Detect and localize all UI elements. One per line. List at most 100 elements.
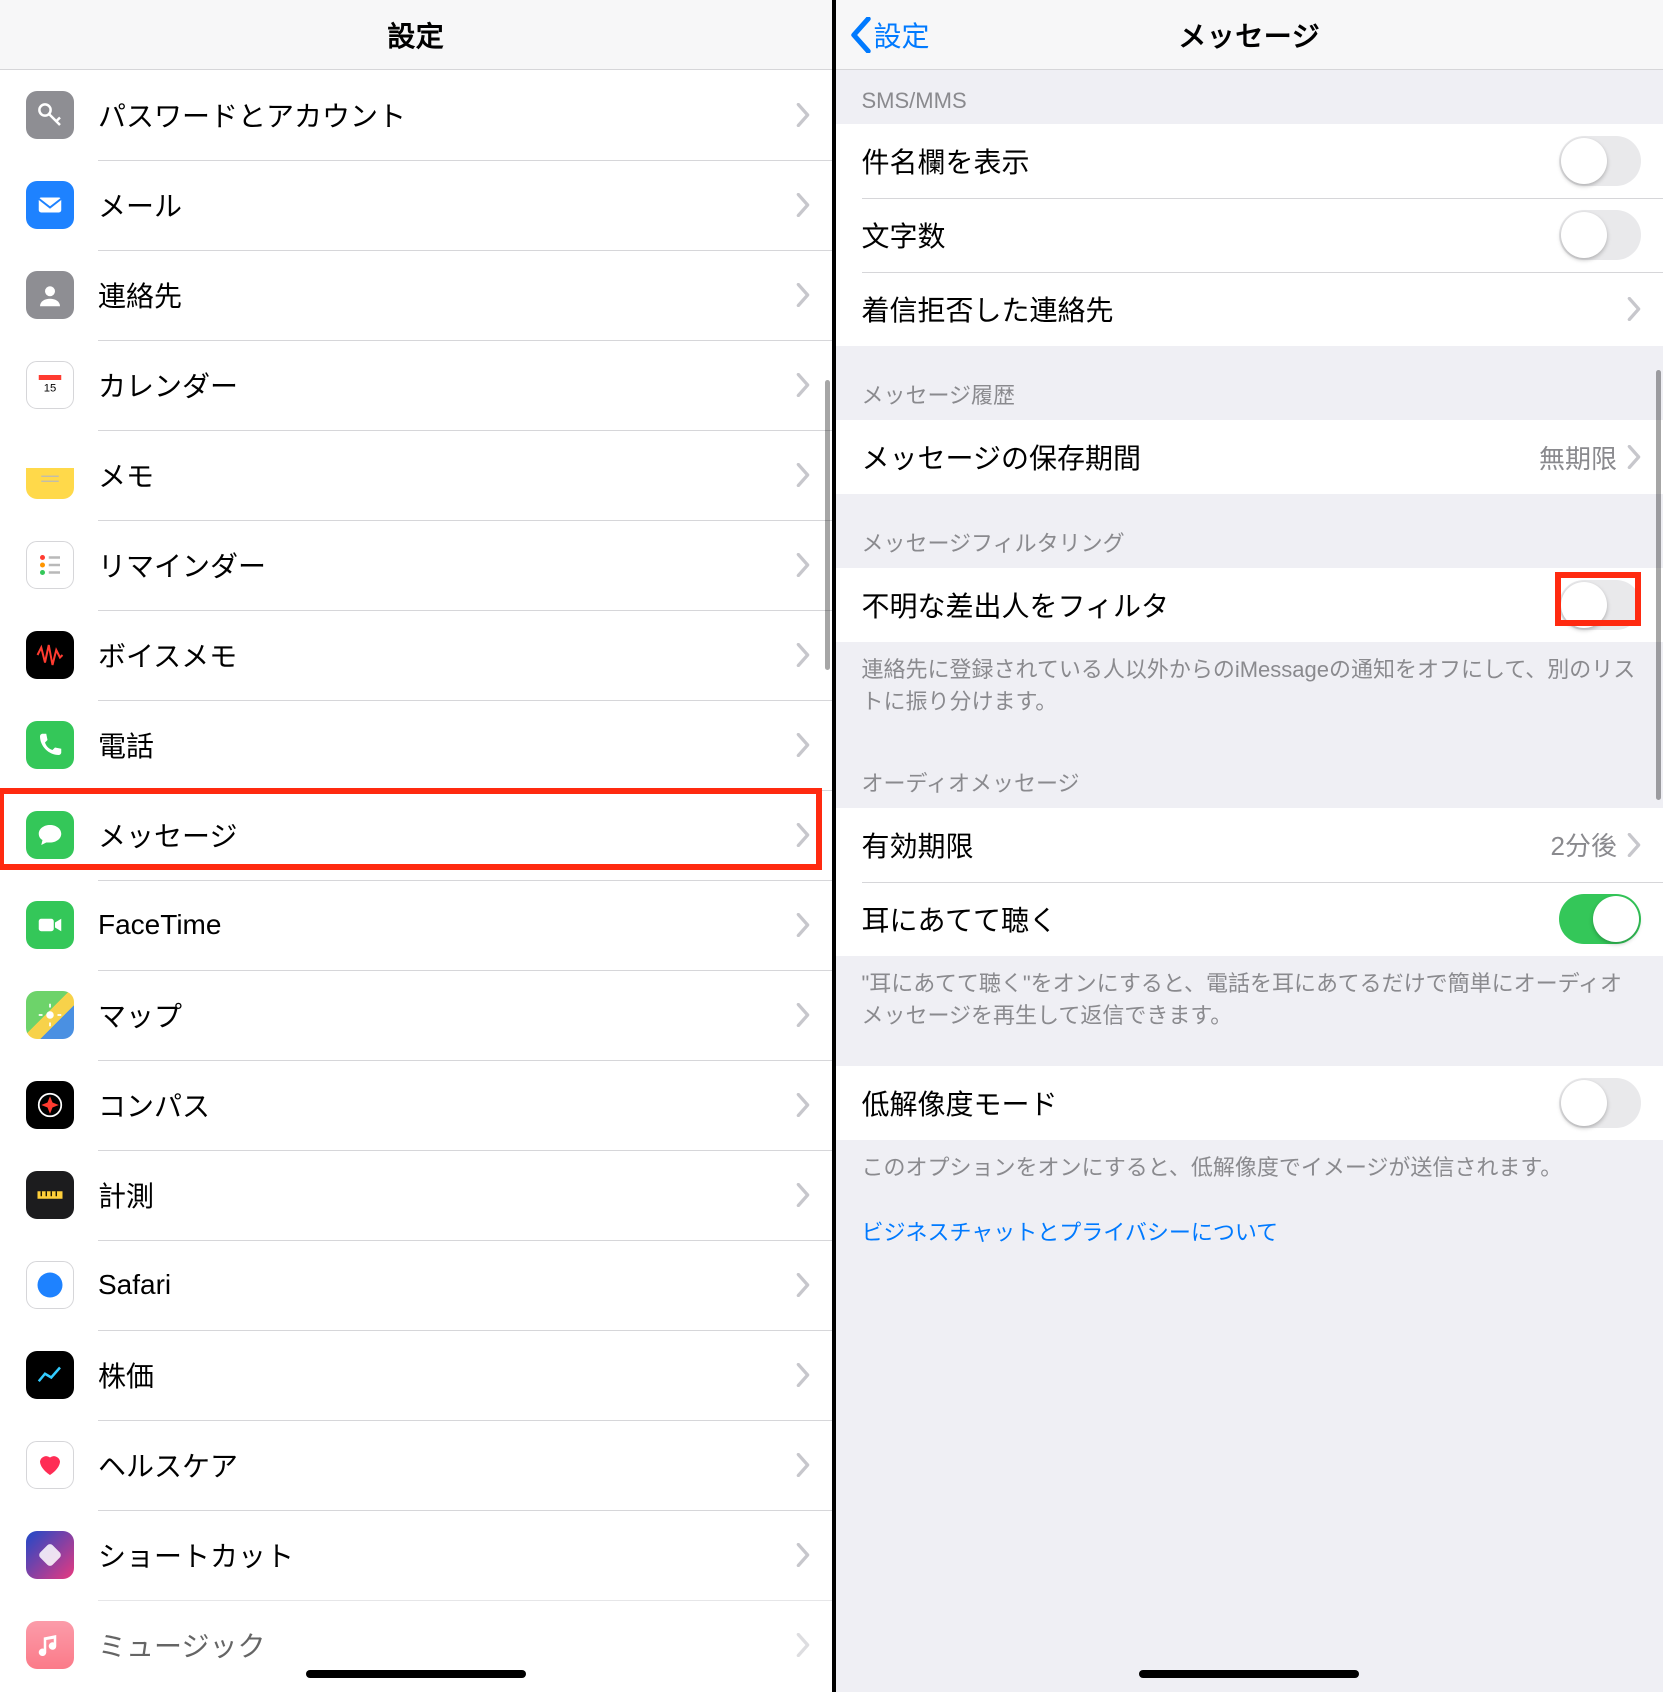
settings-row-passwords[interactable]: パスワードとアカウント [0, 70, 832, 160]
chevron-left-icon [850, 17, 872, 53]
settings-row-label: メモ [98, 455, 796, 495]
chevron-right-icon [796, 643, 810, 667]
notes-icon [26, 451, 74, 499]
settings-list[interactable]: パスワードとアカウントメール連絡先 15 カレンダーメモリマインダーボイスメモ電話メ… [0, 70, 832, 1692]
settings-row-phone[interactable]: 電話 [0, 700, 832, 790]
lowres-toggle[interactable] [1559, 1078, 1641, 1128]
raise-listen-row[interactable]: 耳にあてて聴く [836, 882, 1663, 956]
settings-row-label: コンパス [98, 1085, 796, 1125]
settings-row-maps[interactable]: マップ [0, 970, 832, 1060]
settings-row-label: ミュージック [98, 1625, 796, 1665]
calendar-icon: 15 [26, 361, 74, 409]
settings-row-mail[interactable]: メール [0, 160, 832, 250]
settings-row-label: メール [98, 185, 796, 225]
chevron-right-icon [796, 463, 810, 487]
settings-row-health[interactable]: ヘルスケア [0, 1420, 832, 1510]
filter-unknown-toggle[interactable] [1559, 580, 1641, 630]
settings-row-label: 電話 [98, 725, 796, 765]
keep-messages-label: メッセージの保存期間 [862, 437, 1539, 477]
raise-listen-toggle[interactable] [1559, 894, 1641, 944]
char-count-toggle[interactable] [1559, 210, 1641, 260]
chevron-right-icon [796, 1093, 810, 1117]
audio-expire-value: 2分後 [1551, 826, 1617, 863]
group-header-audio: オーディオメッセージ [836, 748, 1663, 808]
chevron-right-icon [796, 1183, 810, 1207]
settings-navbar: 設定 [0, 0, 832, 70]
chevron-right-icon [796, 823, 810, 847]
svg-text:15: 15 [44, 382, 57, 394]
key-icon [26, 91, 74, 139]
chevron-right-icon [796, 1543, 810, 1567]
settings-row-facetime[interactable]: FaceTime [0, 880, 832, 970]
back-button[interactable]: 設定 [850, 15, 930, 55]
business-chat-privacy-link[interactable]: ビジネスチャットとプライバシーについて [836, 1213, 1663, 1309]
settings-row-reminders[interactable]: リマインダー [0, 520, 832, 610]
keep-messages-value: 無期限 [1539, 439, 1617, 476]
chevron-right-icon [796, 1633, 810, 1657]
group-header-sms: SMS/MMS [836, 70, 1663, 124]
settings-row-calendar[interactable]: 15 カレンダー [0, 340, 832, 430]
group-header-history: メッセージ履歴 [836, 346, 1663, 420]
settings-row-stocks[interactable]: 株価 [0, 1330, 832, 1420]
settings-row-label: ヘルスケア [98, 1445, 796, 1485]
settings-row-shortcuts[interactable]: ショートカット [0, 1510, 832, 1600]
settings-row-label: FaceTime [98, 909, 796, 941]
compass-icon [26, 1081, 74, 1129]
chevron-right-icon [796, 1453, 810, 1477]
messages-navbar: 設定 メッセージ [836, 0, 1663, 70]
settings-panel: 設定 パスワードとアカウントメール連絡先 15 カレンダーメモリマインダーボイスメモ… [0, 0, 832, 1692]
messages-title: メッセージ [1178, 15, 1320, 55]
settings-row-notes[interactable]: メモ [0, 430, 832, 520]
music-icon [26, 1621, 74, 1669]
settings-row-compass[interactable]: コンパス [0, 1060, 832, 1150]
group-header-filter: メッセージフィルタリング [836, 494, 1663, 568]
facetime-icon [26, 901, 74, 949]
audio-expire-label: 有効期限 [862, 825, 1551, 865]
settings-row-label: 連絡先 [98, 275, 796, 315]
measure-icon [26, 1171, 74, 1219]
show-subject-toggle[interactable] [1559, 136, 1641, 186]
settings-row-label: カレンダー [98, 365, 796, 405]
scroll-indicator [1656, 370, 1661, 800]
phone-icon [26, 721, 74, 769]
settings-row-voicememos[interactable]: ボイスメモ [0, 610, 832, 700]
settings-row-label: パスワードとアカウント [98, 95, 796, 135]
settings-row-safari[interactable]: Safari [0, 1240, 832, 1330]
chevron-right-icon [796, 1273, 810, 1297]
shortcuts-icon [26, 1531, 74, 1579]
mail-icon [26, 181, 74, 229]
settings-row-label: メッセージ [98, 815, 796, 855]
reminders-icon [26, 541, 74, 589]
maps-icon [26, 991, 74, 1039]
health-icon [26, 1441, 74, 1489]
filter-unknown-row[interactable]: 不明な差出人をフィルタ [836, 568, 1663, 642]
chevron-right-icon [796, 1363, 810, 1387]
home-indicator[interactable] [1139, 1670, 1359, 1678]
back-label: 設定 [874, 15, 930, 55]
keep-messages-row[interactable]: メッセージの保存期間 無期限 [836, 420, 1663, 494]
raise-listen-label: 耳にあてて聴く [862, 899, 1560, 939]
show-subject-row[interactable]: 件名欄を表示 [836, 124, 1663, 198]
lowres-row[interactable]: 低解像度モード [836, 1066, 1663, 1140]
chevron-right-icon [796, 103, 810, 127]
settings-title: 設定 [387, 15, 444, 55]
settings-row-label: ショートカット [98, 1535, 796, 1575]
lowres-footer: このオプションをオンにすると、低解像度でイメージが送信されます。 [836, 1140, 1663, 1214]
contacts-icon [26, 271, 74, 319]
safari-icon [26, 1261, 74, 1309]
messages-content[interactable]: SMS/MMS 件名欄を表示 文字数 着信拒否した連絡先 メッセージ履歴 メッセ… [836, 70, 1663, 1692]
lowres-label: 低解像度モード [862, 1083, 1560, 1123]
chevron-right-icon [1627, 297, 1641, 321]
blocked-contacts-row[interactable]: 着信拒否した連絡先 [836, 272, 1663, 346]
audio-expire-row[interactable]: 有効期限 2分後 [836, 808, 1663, 882]
char-count-row[interactable]: 文字数 [836, 198, 1663, 272]
home-indicator[interactable] [306, 1670, 526, 1678]
chevron-right-icon [796, 373, 810, 397]
settings-row-contacts[interactable]: 連絡先 [0, 250, 832, 340]
chevron-right-icon [796, 733, 810, 757]
chevron-right-icon [796, 913, 810, 937]
settings-row-messages[interactable]: メッセージ [0, 790, 832, 880]
stocks-icon [26, 1351, 74, 1399]
settings-row-measure[interactable]: 計測 [0, 1150, 832, 1240]
show-subject-label: 件名欄を表示 [862, 141, 1560, 181]
